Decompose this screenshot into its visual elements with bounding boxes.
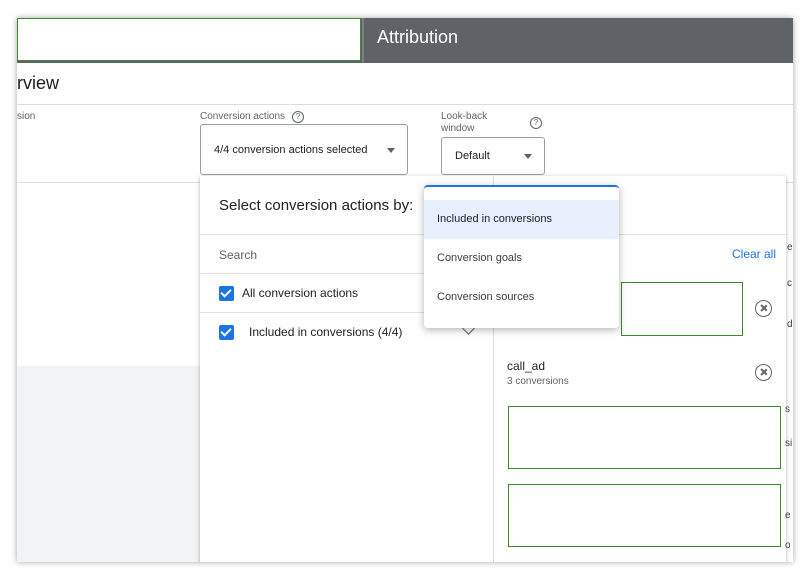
help-icon[interactable]: ? xyxy=(292,111,304,123)
lookback-select[interactable]: Default xyxy=(441,137,545,175)
clear-all-link[interactable]: Clear all xyxy=(732,247,776,261)
search-input[interactable]: Search xyxy=(219,248,257,262)
lookback-label-line1: Look-back xyxy=(441,111,488,122)
conversion-actions-label: Conversion actions xyxy=(200,111,286,122)
header-left-placeholder xyxy=(17,18,361,61)
caret-down-icon xyxy=(524,154,532,159)
text-fragment: c xyxy=(787,278,792,289)
remove-circle-icon[interactable] xyxy=(755,300,772,317)
overview-row: rview xyxy=(17,63,793,105)
text-fragment: si xyxy=(785,438,793,449)
text-fragment: e xyxy=(787,242,793,253)
help-icon[interactable]: ? xyxy=(530,117,542,129)
item-placeholder xyxy=(508,406,781,469)
item-sub: 3 conversions xyxy=(507,376,569,387)
included-in-conversions-label: Included in conversions (4/4) xyxy=(249,325,403,339)
item-name: call_ad xyxy=(507,359,546,373)
all-conversion-actions-label: All conversion actions xyxy=(242,286,359,300)
menu-item-conversion-sources[interactable]: Conversion sources xyxy=(424,278,619,317)
checkbox-checked-icon[interactable] xyxy=(219,325,234,340)
text-fragment: e xyxy=(785,510,791,521)
overview-title: rview xyxy=(17,73,60,93)
item-placeholder xyxy=(621,282,743,336)
select-by-menu: Included in conversions Conversion goals… xyxy=(424,185,619,328)
lookback-label-line2: window xyxy=(441,123,475,134)
checkbox-checked-icon[interactable] xyxy=(219,286,234,301)
caret-down-icon xyxy=(387,148,395,153)
conversion-actions-value: 4/4 conversion actions selected xyxy=(214,143,368,156)
text-fragment: d xyxy=(787,319,793,330)
filters-row: sion Conversion actions ? 4/4 conversion… xyxy=(17,105,793,183)
text-fragment: s xyxy=(785,404,790,415)
lookback-value: Default xyxy=(455,150,490,162)
remove-circle-icon[interactable] xyxy=(755,364,772,381)
background-area xyxy=(17,366,200,562)
conversion-actions-select[interactable]: 4/4 conversion actions selected xyxy=(200,124,408,175)
header-divider xyxy=(362,18,364,63)
app-window: Attribution rview sion Conversion action… xyxy=(17,18,793,562)
page-title: Attribution xyxy=(377,27,459,47)
text-fragment: o xyxy=(785,540,791,551)
top-header: Attribution xyxy=(17,18,793,63)
menu-item-conversion-goals[interactable]: Conversion goals xyxy=(424,239,619,278)
panel-title: Select conversion actions by: xyxy=(219,197,414,214)
menu-item-included-in-conversions[interactable]: Included in conversions xyxy=(424,200,619,239)
item-placeholder xyxy=(508,484,781,547)
filter-label-left: sion xyxy=(17,111,36,122)
